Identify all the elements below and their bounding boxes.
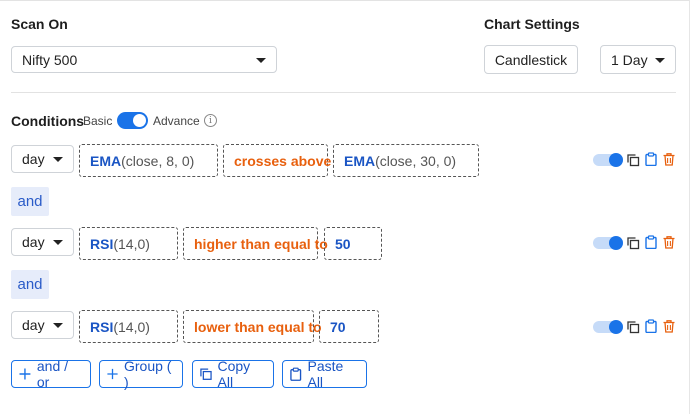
add-and-or-label: and / or bbox=[36, 358, 69, 390]
mode-basic-label: Basic bbox=[83, 114, 113, 128]
section-divider bbox=[11, 92, 676, 93]
row1-lhs-indicator[interactable]: EMA (close, 8, 0) bbox=[79, 144, 218, 177]
row3-timeframe-select[interactable]: day bbox=[11, 311, 74, 339]
row1-enable-toggle[interactable] bbox=[593, 153, 623, 167]
trash-icon[interactable] bbox=[662, 152, 676, 166]
row1-rhs-function: EMA bbox=[344, 152, 376, 169]
clipboard-icon bbox=[290, 367, 302, 381]
trash-icon[interactable] bbox=[662, 319, 676, 333]
row3-lhs-args: (14,0) bbox=[113, 318, 150, 335]
chevron-down-icon bbox=[256, 57, 266, 63]
row3-lhs-function: RSI bbox=[90, 318, 114, 335]
row1-rhs-args: (close, 30, 0) bbox=[375, 152, 457, 169]
row3-timeframe-value: day bbox=[22, 317, 45, 333]
toggle-knob bbox=[133, 114, 146, 127]
row3-value[interactable]: 70 bbox=[319, 310, 379, 343]
trash-icon[interactable] bbox=[662, 235, 676, 249]
chart-settings-label: Chart Settings bbox=[484, 16, 580, 32]
row2-lhs-function: RSI bbox=[90, 235, 114, 252]
row2-lhs-args: (14,0) bbox=[113, 235, 150, 252]
row1-lhs-function: EMA bbox=[90, 152, 122, 169]
row3-lhs-indicator[interactable]: RSI (14,0) bbox=[79, 310, 178, 343]
add-and-or-button[interactable]: and / or bbox=[11, 358, 91, 390]
clipboard-icon[interactable] bbox=[644, 319, 658, 333]
chevron-down-icon bbox=[655, 57, 665, 63]
add-group-button[interactable]: Group ( ) bbox=[99, 358, 183, 390]
and-joiner[interactable]: and bbox=[11, 270, 49, 299]
chart-type-button[interactable]: Candlestick bbox=[484, 45, 578, 74]
scan-universe-value: Nifty 500 bbox=[22, 51, 78, 68]
copy-icon[interactable] bbox=[626, 153, 640, 167]
toggle-knob bbox=[609, 153, 623, 167]
toggle-knob bbox=[609, 236, 623, 250]
mode-toggle[interactable] bbox=[117, 112, 148, 129]
info-icon[interactable]: i bbox=[204, 114, 217, 127]
chevron-down-icon bbox=[53, 157, 63, 162]
row3-enable-toggle[interactable] bbox=[593, 320, 623, 334]
row1-operator[interactable]: crosses above bbox=[223, 144, 331, 177]
scan-on-label: Scan On bbox=[11, 16, 68, 32]
top-border bbox=[0, 0, 690, 1]
copy-all-label: Copy All bbox=[217, 358, 251, 390]
row2-operator[interactable]: higher than equal to bbox=[183, 227, 328, 260]
row1-lhs-args: (close, 8, 0) bbox=[121, 152, 195, 169]
row1-timeframe-value: day bbox=[22, 151, 45, 167]
paste-all-label: Paste All bbox=[307, 358, 344, 390]
row2-value[interactable]: 50 bbox=[324, 227, 382, 260]
chevron-down-icon bbox=[53, 323, 63, 328]
timeframe-select[interactable]: 1 Day bbox=[600, 45, 676, 74]
row3-operator[interactable]: lower than equal to bbox=[183, 310, 322, 343]
plus-icon bbox=[107, 368, 118, 380]
toggle-knob bbox=[609, 320, 623, 334]
plus-icon bbox=[19, 368, 31, 380]
conditions-label: Conditions bbox=[11, 113, 85, 129]
row1-rhs-indicator[interactable]: EMA (close, 30, 0) bbox=[333, 144, 479, 177]
clipboard-icon[interactable] bbox=[644, 152, 658, 166]
add-group-label: Group ( ) bbox=[124, 358, 172, 390]
row1-timeframe-select[interactable]: day bbox=[11, 145, 74, 173]
copy-icon bbox=[200, 368, 212, 380]
copy-icon[interactable] bbox=[626, 320, 640, 334]
timeframe-value: 1 Day bbox=[611, 51, 648, 68]
row2-lhs-indicator[interactable]: RSI (14,0) bbox=[79, 227, 178, 260]
mode-advance-label: Advance bbox=[153, 114, 200, 128]
row2-enable-toggle[interactable] bbox=[593, 236, 623, 250]
clipboard-icon[interactable] bbox=[644, 235, 658, 249]
copy-all-button[interactable]: Copy All bbox=[192, 358, 274, 390]
and-joiner[interactable]: and bbox=[11, 187, 49, 216]
copy-icon[interactable] bbox=[626, 236, 640, 250]
paste-all-button[interactable]: Paste All bbox=[282, 358, 367, 390]
row2-timeframe-value: day bbox=[22, 234, 45, 250]
chevron-down-icon bbox=[53, 240, 63, 245]
scan-universe-select[interactable]: Nifty 500 bbox=[11, 46, 277, 73]
row2-timeframe-select[interactable]: day bbox=[11, 228, 74, 256]
